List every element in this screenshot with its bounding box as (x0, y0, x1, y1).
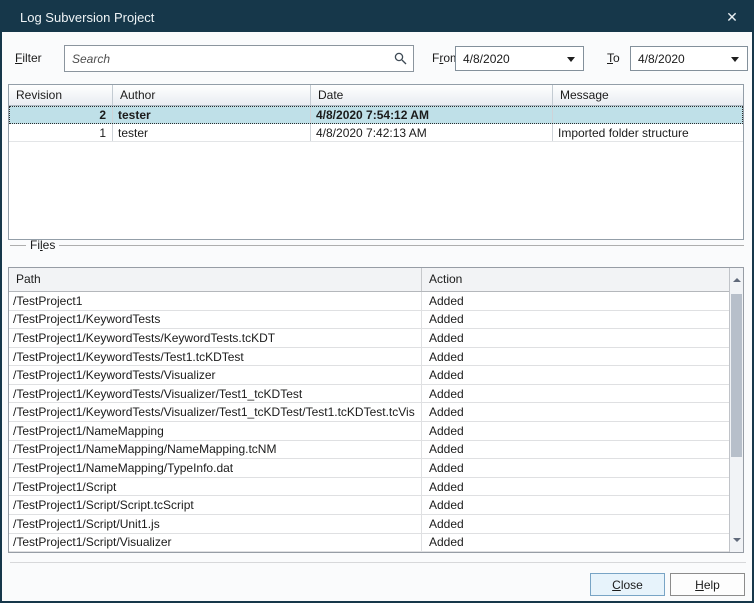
window-title: Log Subversion Project (20, 10, 154, 25)
group-line (10, 245, 26, 246)
close-icon: ✕ (726, 9, 738, 26)
column-header-revision[interactable]: Revision (9, 85, 113, 105)
action-cell: Added (422, 329, 729, 347)
column-header-author[interactable]: Author (113, 85, 311, 105)
path-cell: /TestProject1/KeywordTests/Test1.tcKDTes… (9, 348, 422, 366)
action-cell: Added (422, 311, 729, 329)
path-cell: /TestProject1/KeywordTests/Visualizer/Te… (9, 385, 422, 403)
files-group-label: Files (26, 238, 59, 253)
file-row[interactable]: /TestProject1 Added (9, 292, 729, 311)
date-cell: 4/8/2020 7:54:12 AM (311, 106, 553, 123)
path-cell: /TestProject1/KeywordTests/Visualizer (9, 366, 422, 384)
path-cell: /TestProject1/NameMapping/TypeInfo.dat (9, 459, 422, 477)
help-button-label: Help (695, 578, 720, 592)
files-rows: /TestProject1 Added /TestProject1/Keywor… (9, 292, 729, 552)
files-table: Path Action /TestProject1 Added /TestPro… (8, 267, 744, 553)
revision-cell: 2 (9, 106, 113, 123)
column-header-message[interactable]: Message (553, 85, 743, 105)
revisions-table-header: Revision Author Date Message (9, 85, 743, 106)
file-row[interactable]: /TestProject1/NameMapping/TypeInfo.dat A… (9, 459, 729, 478)
action-cell: Added (422, 366, 729, 384)
files-group-header: Files (10, 238, 744, 253)
file-row[interactable]: /TestProject1/KeywordTests Added (9, 311, 729, 330)
filter-label: Filter (15, 45, 42, 72)
file-row[interactable]: /TestProject1/KeywordTests/Test1.tcKDTes… (9, 348, 729, 367)
to-date-value: 4/8/2020 (638, 52, 685, 66)
action-cell: Added (422, 534, 729, 552)
search-input[interactable] (64, 45, 414, 72)
column-header-action[interactable]: Action (422, 268, 729, 291)
path-cell: /TestProject1/NameMapping/NameMapping.tc… (9, 441, 422, 459)
date-cell: 4/8/2020 7:42:13 AM (311, 124, 553, 141)
action-cell: Added (422, 348, 729, 366)
footer-separator (10, 562, 746, 563)
files-table-header: Path Action (9, 268, 729, 292)
action-cell: Added (422, 459, 729, 477)
scroll-up-icon (733, 278, 741, 282)
action-cell: Added (422, 292, 729, 310)
file-row[interactable]: /TestProject1/NameMapping/NameMapping.tc… (9, 441, 729, 460)
file-row[interactable]: /TestProject1/Script/Unit1.js Added (9, 515, 729, 534)
path-cell: /TestProject1/NameMapping (9, 422, 422, 440)
files-vertical-scrollbar[interactable] (729, 268, 743, 552)
action-cell: Added (422, 403, 729, 421)
revision-cell: 1 (9, 124, 113, 141)
group-line (59, 245, 744, 246)
log-subversion-project-dialog: Log Subversion Project ✕ Filter From 4/8… (0, 0, 754, 603)
revision-row[interactable]: 1 tester 4/8/2020 7:42:13 AM Imported fo… (9, 124, 743, 142)
revisions-table: Revision Author Date Message 2 tester 4/… (8, 84, 744, 240)
revisions-rows: 2 tester 4/8/2020 7:54:12 AM 1 tester 4/… (9, 106, 743, 142)
scroll-down-button[interactable] (730, 533, 743, 547)
file-row[interactable]: /TestProject1/Script Added (9, 478, 729, 497)
action-cell: Added (422, 515, 729, 533)
file-row[interactable]: /TestProject1/NameMapping Added (9, 422, 729, 441)
path-cell: /TestProject1/KeywordTests/Visualizer/Te… (9, 403, 422, 421)
scrollbar-thumb[interactable] (731, 294, 742, 457)
action-cell: Added (422, 385, 729, 403)
column-header-path[interactable]: Path (9, 268, 422, 291)
path-cell: /TestProject1 (9, 292, 422, 310)
path-cell: /TestProject1/Script (9, 478, 422, 496)
path-cell: /TestProject1/Script/Unit1.js (9, 515, 422, 533)
path-cell: /TestProject1/KeywordTests (9, 311, 422, 329)
chevron-down-icon (567, 57, 575, 62)
file-row[interactable]: /TestProject1/Script/Visualizer Added (9, 534, 729, 553)
scroll-up-button[interactable] (730, 273, 743, 287)
message-cell: Imported folder structure (553, 124, 743, 141)
close-button-label: Close (612, 578, 643, 592)
path-cell: /TestProject1/Script/Script.tcScript (9, 496, 422, 514)
help-button[interactable]: Help (670, 573, 745, 596)
action-cell: Added (422, 441, 729, 459)
revision-row[interactable]: 2 tester 4/8/2020 7:54:12 AM (9, 106, 743, 124)
chevron-down-icon (731, 57, 739, 62)
scroll-down-icon (733, 538, 741, 542)
file-row[interactable]: /TestProject1/Script/Script.tcScript Add… (9, 496, 729, 515)
file-row[interactable]: /TestProject1/KeywordTests/KeywordTests.… (9, 329, 729, 348)
author-cell: tester (113, 124, 311, 141)
author-cell: tester (113, 106, 311, 123)
file-row[interactable]: /TestProject1/KeywordTests/Visualizer/Te… (9, 385, 729, 404)
to-label: To (607, 45, 620, 72)
file-row[interactable]: /TestProject1/KeywordTests/Visualizer/Te… (9, 403, 729, 422)
dialog-content: Filter From 4/8/2020 To 4/8/2020 Revisio… (4, 34, 750, 599)
title-bar: Log Subversion Project ✕ (2, 2, 752, 32)
column-header-date[interactable]: Date (311, 85, 553, 105)
path-cell: /TestProject1/Script/Visualizer (9, 534, 422, 552)
from-date-value: 4/8/2020 (463, 52, 510, 66)
action-cell: Added (422, 478, 729, 496)
to-date-select[interactable]: 4/8/2020 (630, 46, 748, 71)
close-button[interactable]: Close (590, 573, 665, 596)
path-cell: /TestProject1/KeywordTests/KeywordTests.… (9, 329, 422, 347)
window-close-button[interactable]: ✕ (712, 2, 752, 32)
search-box (64, 45, 414, 72)
action-cell: Added (422, 422, 729, 440)
search-icon (394, 52, 407, 65)
from-date-select[interactable]: 4/8/2020 (455, 46, 584, 71)
file-row[interactable]: /TestProject1/KeywordTests/Visualizer Ad… (9, 366, 729, 385)
message-cell (553, 106, 743, 123)
action-cell: Added (422, 496, 729, 514)
